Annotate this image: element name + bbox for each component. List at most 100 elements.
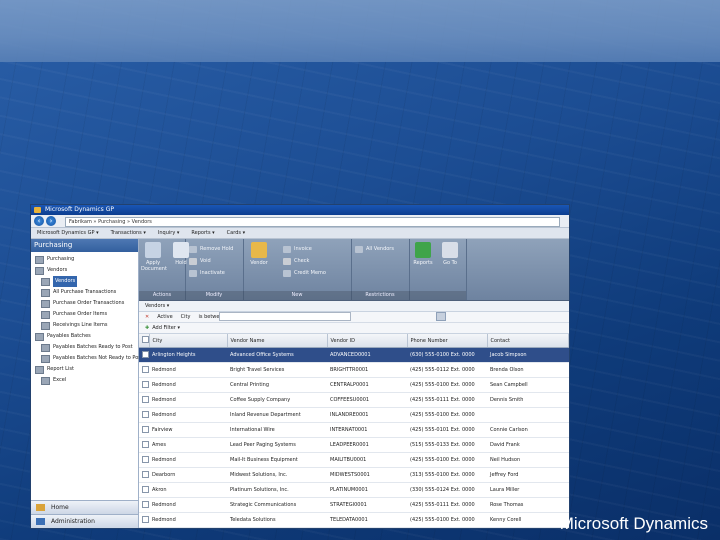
sidebar-item[interactable]: Payables Batches Ready to Post xyxy=(31,342,138,353)
row-checkbox-cell[interactable] xyxy=(139,407,149,423)
credit-memo-icon xyxy=(283,270,291,277)
filter-token[interactable]: City xyxy=(181,312,191,322)
checkbox[interactable] xyxy=(142,395,149,403)
checkbox[interactable] xyxy=(142,500,149,508)
checkbox[interactable] xyxy=(142,365,149,373)
menu-item[interactable]: Microsoft Dynamics GP ▾ xyxy=(31,228,105,238)
sidebar-item[interactable]: Purchase Order Items xyxy=(31,309,138,320)
row-checkbox-cell[interactable] xyxy=(139,512,149,528)
nav-button-home[interactable]: Home xyxy=(31,500,138,514)
table-cell: Redmond xyxy=(149,452,227,468)
table-cell: Laura Miller xyxy=(487,482,569,498)
ribbon-button[interactable]: Reports xyxy=(411,242,435,266)
ribbon-group-label: Actions xyxy=(139,291,185,300)
sidebar-item[interactable]: Vendors xyxy=(31,276,138,287)
menu-item[interactable]: Transactions ▾ xyxy=(105,228,152,238)
row-checkbox-cell[interactable] xyxy=(139,377,149,393)
row-checkbox-cell[interactable] xyxy=(139,467,149,483)
list-icon xyxy=(35,255,44,264)
row-checkbox-cell[interactable] xyxy=(139,392,149,408)
checkbox[interactable] xyxy=(142,425,149,433)
checkbox[interactable] xyxy=(142,410,149,418)
sidebar-item[interactable]: Purchase Order Transactions xyxy=(31,298,138,309)
sidebar-item[interactable]: Payables Batches xyxy=(31,331,138,342)
table-cell: MIDWESTS0001 xyxy=(327,467,407,483)
column-header[interactable]: City xyxy=(149,334,228,348)
checkbox[interactable] xyxy=(142,485,149,493)
table-row[interactable]: Ames Lead Peer Paging Systems LEADPEER0001… xyxy=(139,437,569,453)
table-row[interactable]: Dearborn Midwest Solutions, Inc. MIDWESTS0… xyxy=(139,467,569,483)
table-cell: Advanced Office Systems xyxy=(227,347,327,363)
column-header[interactable]: Vendor Name xyxy=(227,334,328,348)
back-arrow-icon[interactable]: ‹ xyxy=(34,216,44,226)
column-header[interactable]: Phone Number xyxy=(407,334,488,348)
sidebar-item[interactable]: Report List xyxy=(31,364,138,375)
table-row[interactable]: Redmond Coffee Supply Company COFFEESU0001… xyxy=(139,392,569,408)
apply-filter-button[interactable] xyxy=(436,312,446,321)
remove-filter-icon[interactable]: ✕ xyxy=(145,312,149,322)
sidebar-item[interactable]: Payables Batches Not Ready to Post xyxy=(31,353,143,364)
nav-button-administration[interactable]: Administration xyxy=(31,514,138,528)
ribbon-button[interactable]: Credit Memo xyxy=(283,268,326,278)
sidebar-item[interactable]: Excel xyxy=(31,375,138,386)
table-cell: Jacob Simpson xyxy=(487,347,569,363)
checkbox[interactable] xyxy=(142,515,149,523)
menu-item[interactable]: Reports ▾ xyxy=(185,228,220,238)
checkbox[interactable] xyxy=(142,440,149,448)
ribbon-button[interactable]: Apply Document xyxy=(141,242,167,272)
table-row[interactable]: Redmond Mail-It Business Equipment MAILITB… xyxy=(139,452,569,468)
ribbon-button[interactable]: Vendor xyxy=(247,242,271,266)
add-filter-button[interactable]: ✚ Add Filter ▾ xyxy=(139,323,569,334)
table-row[interactable]: Redmond Teledata Solutions TELEDATA0001 (42… xyxy=(139,512,569,528)
checkbox[interactable] xyxy=(142,350,149,358)
sidebar-item-label: Payables Batches xyxy=(47,333,91,339)
select-all-checkbox[interactable] xyxy=(139,334,150,348)
ribbon-button[interactable]: Check xyxy=(283,256,309,266)
sidebar-item[interactable]: Purchasing xyxy=(31,254,138,265)
list-icon xyxy=(41,354,50,363)
table-row[interactable]: Redmond Strategic Communications STRATEGI0… xyxy=(139,497,569,513)
ribbon-button[interactable]: Remove Hold xyxy=(189,244,233,254)
list-icon xyxy=(41,343,50,352)
sidebar-item[interactable]: Vendors xyxy=(31,265,138,276)
row-checkbox-cell[interactable] xyxy=(139,452,149,468)
row-checkbox-cell[interactable] xyxy=(139,422,149,438)
ribbon-button[interactable]: Invoice xyxy=(283,244,312,254)
checkbox[interactable] xyxy=(142,455,149,463)
column-header[interactable]: Vendor ID xyxy=(327,334,408,348)
reports-icon xyxy=(415,242,431,258)
table-cell: Strategic Communications xyxy=(227,497,327,513)
ribbon-button[interactable]: Inactivate xyxy=(189,268,225,278)
table-cell: Sean Campbell xyxy=(487,377,569,393)
row-checkbox-cell[interactable] xyxy=(139,497,149,513)
ribbon-button[interactable]: Void xyxy=(189,256,211,266)
row-checkbox-cell[interactable] xyxy=(139,482,149,498)
table-cell: Midwest Solutions, Inc. xyxy=(227,467,327,483)
table-cell: Redmond xyxy=(149,407,227,423)
table-row[interactable]: Akron Platinum Solutions, Inc. PLATINUM000… xyxy=(139,482,569,498)
slide-title-band xyxy=(0,0,720,62)
forward-arrow-icon[interactable]: › xyxy=(46,216,56,226)
menu-item[interactable]: Inquiry ▾ xyxy=(152,228,186,238)
address-field[interactable]: Fabrikam » Purchasing » Vendors xyxy=(65,217,560,227)
sidebar-item[interactable]: Receivings Line Items xyxy=(31,320,138,331)
row-checkbox-cell[interactable] xyxy=(139,347,149,363)
search-input[interactable] xyxy=(219,312,351,321)
checkbox[interactable] xyxy=(142,470,149,478)
checkbox[interactable] xyxy=(142,336,148,343)
ribbon-button[interactable]: Go To xyxy=(438,242,462,266)
filter-token[interactable]: Active xyxy=(157,312,172,322)
row-checkbox-cell[interactable] xyxy=(139,362,149,378)
table-row[interactable]: Fairview International Wire INTERNAT0001 (4… xyxy=(139,422,569,438)
ribbon-button[interactable]: All Vendors xyxy=(355,244,394,254)
column-header[interactable]: Contact xyxy=(487,334,569,348)
table-row[interactable]: Redmond Inland Revenue Department INLANDRE… xyxy=(139,407,569,423)
checkbox[interactable] xyxy=(142,380,149,388)
sidebar-item[interactable]: All Purchase Transactions xyxy=(31,287,138,298)
table-row[interactable]: Redmond Central Printing CENTRALP0001 (425)… xyxy=(139,377,569,393)
table-row[interactable]: Redmond Bright Travel Services BRIGHTTR000… xyxy=(139,362,569,378)
row-checkbox-cell[interactable] xyxy=(139,437,149,453)
menu-item[interactable]: Cards ▾ xyxy=(221,228,251,238)
table-row[interactable]: Arlington Heights Advanced Office Systems… xyxy=(139,347,569,363)
ribbon-group-label: Modify xyxy=(185,291,243,300)
